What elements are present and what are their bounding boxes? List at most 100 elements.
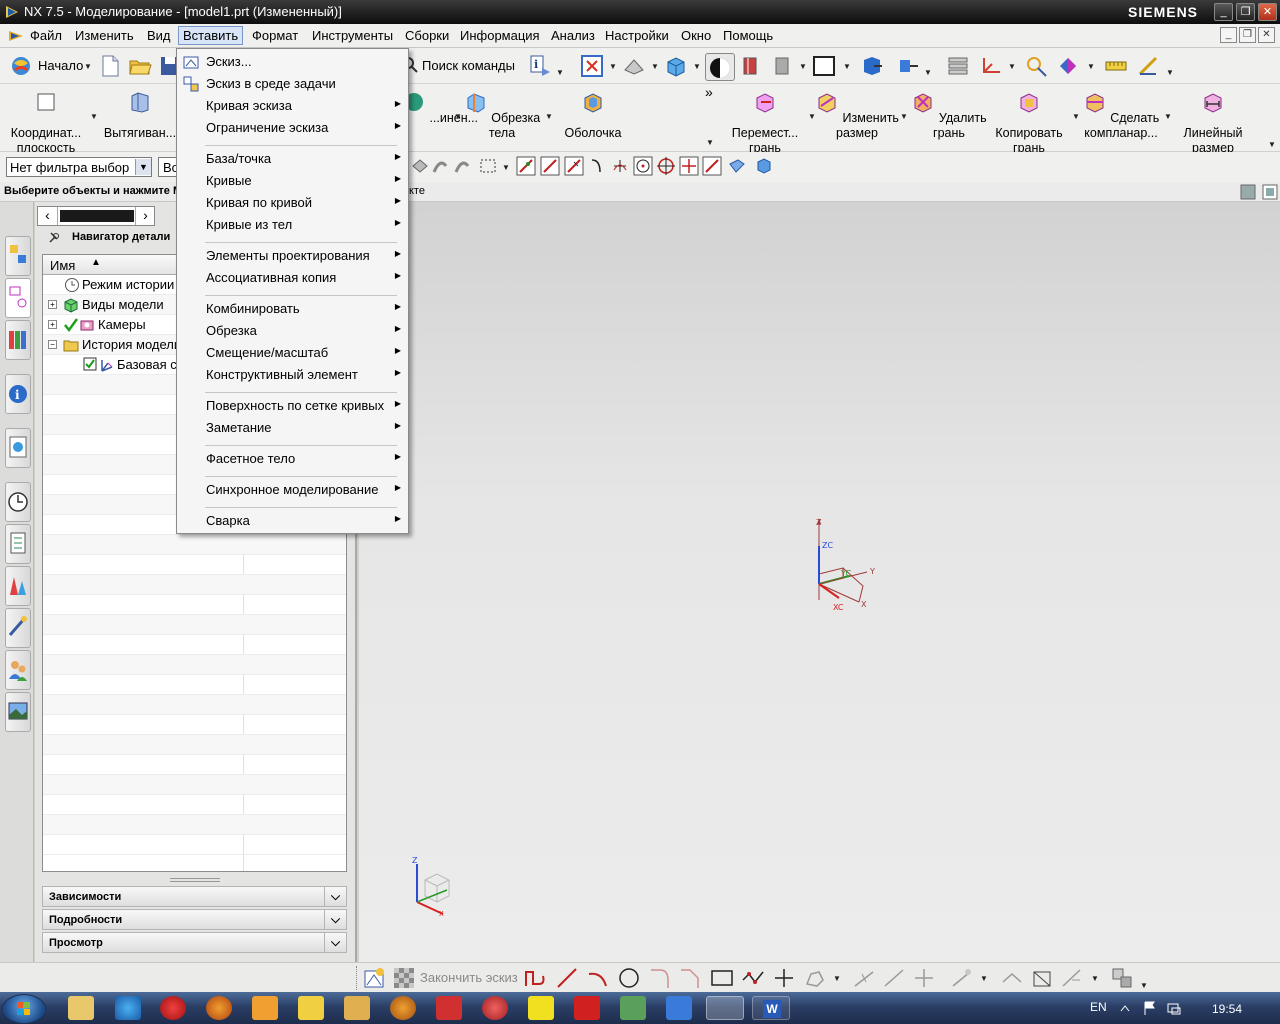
menu-item-curve-from-bodies[interactable]: Кривые из тел ▶ xyxy=(206,217,401,232)
expand-icon[interactable]: + xyxy=(48,320,57,329)
menu-item-offset-scale[interactable]: Смещение/масштаб ▶ xyxy=(206,345,401,360)
resource-tab-hd3d[interactable]: i xyxy=(5,374,31,414)
feature-check-icon[interactable] xyxy=(83,357,97,371)
menu-item-trim[interactable]: Обрезка ▶ xyxy=(206,323,401,338)
menu-item-sketch-curve[interactable]: Кривая эскиза ▶ xyxy=(206,98,401,113)
app-7-taskbar-icon[interactable] xyxy=(344,996,370,1020)
menu-item-detail-feature[interactable]: Конструктивный элемент ▶ xyxy=(206,367,401,382)
doc-close-button[interactable]: ✕ xyxy=(1258,27,1275,43)
menu-item-sketch-constraint[interactable]: Ограничение эскиза ▶ xyxy=(206,120,401,135)
zoom-view-icon[interactable] xyxy=(622,54,646,78)
line-icon[interactable] xyxy=(555,966,579,990)
quick-extend-icon[interactable] xyxy=(882,966,906,990)
constraints-icon[interactable] xyxy=(950,966,974,990)
snap-control-icon[interactable] xyxy=(564,156,588,180)
collapse-icon[interactable]: − xyxy=(48,340,57,349)
scroll-left-button[interactable]: ‹ xyxy=(38,207,58,225)
menu-help[interactable]: Помощь xyxy=(723,28,773,43)
menu-edit[interactable]: Изменить xyxy=(75,28,134,43)
close-button[interactable]: ✕ xyxy=(1258,3,1277,21)
show-hidden-icons-icon[interactable] xyxy=(1120,1004,1130,1012)
chamfer-icon[interactable] xyxy=(678,966,702,990)
app-menu-icon[interactable] xyxy=(8,28,24,44)
fit-view-icon[interactable] xyxy=(580,54,604,78)
menu-file[interactable]: Файл xyxy=(30,28,62,43)
arc-icon[interactable] xyxy=(586,966,610,990)
resource-tab-manufacturing-wizards[interactable] xyxy=(5,608,31,648)
linear-dimension-button[interactable]: Линейный размер xyxy=(1171,86,1255,155)
quick-trim-icon[interactable] xyxy=(852,966,876,990)
app-6-taskbar-icon[interactable] xyxy=(298,996,324,1020)
menu-item-mesh-surface[interactable]: Поверхность по сетке кривых ▶ xyxy=(206,398,401,413)
app-14-taskbar-icon[interactable] xyxy=(666,996,692,1020)
cue-options-icon[interactable] xyxy=(1240,184,1256,200)
doc-minimize-button[interactable]: _ xyxy=(1220,27,1237,43)
language-indicator[interactable]: EN xyxy=(1090,1000,1107,1014)
dimension-icon[interactable] xyxy=(1030,966,1054,990)
new-file-icon[interactable] xyxy=(98,54,122,78)
start-menu-button[interactable] xyxy=(2,994,46,1024)
menu-format[interactable]: Формат xyxy=(252,28,298,43)
snap-intersect-icon[interactable] xyxy=(588,156,612,180)
csys-icon[interactable] xyxy=(978,54,1002,78)
profile-icon[interactable] xyxy=(523,966,547,990)
firefox-taskbar-icon[interactable] xyxy=(206,996,232,1020)
snap-point-icon[interactable] xyxy=(1024,54,1048,78)
cue-dock-icon[interactable] xyxy=(1262,184,1278,200)
app-13-taskbar-icon[interactable] xyxy=(620,996,646,1020)
menu-item-curve[interactable]: Кривые ▶ xyxy=(206,173,401,188)
background-icon[interactable] xyxy=(812,54,836,78)
face-analysis-icon[interactable] xyxy=(770,54,794,78)
snap-bounded-grid-icon[interactable] xyxy=(726,156,750,180)
offset-curve-icon[interactable] xyxy=(803,966,827,990)
preview-panel-header[interactable]: Просмотр ⌵ xyxy=(42,932,347,953)
media-player-taskbar-icon[interactable] xyxy=(252,996,278,1020)
open-file-icon[interactable] xyxy=(128,54,152,78)
resource-tab-system-scene[interactable] xyxy=(5,692,31,732)
move-face-button[interactable]: Перемест... грань xyxy=(723,86,807,155)
action-center-flag-icon[interactable] xyxy=(1142,1000,1158,1016)
command-finder-label[interactable]: Поиск команды xyxy=(422,58,515,73)
maximize-button[interactable]: ❐ xyxy=(1236,3,1255,21)
menu-analysis[interactable]: Анализ xyxy=(551,28,595,43)
scope-select[interactable]: Во xyxy=(158,157,178,177)
rectangle-icon[interactable] xyxy=(710,966,734,990)
app-8-taskbar-icon[interactable] xyxy=(390,996,416,1020)
scroll-right-button[interactable]: › xyxy=(135,207,155,225)
point-icon[interactable] xyxy=(772,966,796,990)
explorer-taskbar-icon[interactable] xyxy=(68,996,94,1020)
pin-icon[interactable] xyxy=(47,231,61,245)
menu-item-sketch-in-task[interactable]: Эскиз в среде задачи xyxy=(206,76,401,91)
information-icon[interactable]: i xyxy=(528,54,552,78)
opera-taskbar-icon[interactable] xyxy=(160,996,186,1020)
datum-csys-triad[interactable]: Z ZC Y YC X XC xyxy=(805,514,885,614)
measure-angle-icon[interactable] xyxy=(1136,54,1160,78)
select-feature-icon[interactable] xyxy=(430,156,454,180)
fillet-icon[interactable] xyxy=(648,966,672,990)
polygon-icon[interactable] xyxy=(741,966,765,990)
sketch-task-icon[interactable] xyxy=(362,966,386,990)
circle-icon[interactable] xyxy=(617,966,641,990)
graphics-window[interactable]: Z ZC Y YC X XC Z X xyxy=(359,202,1280,962)
menu-item-synchronous-modeling[interactable]: Синхронное моделирование ▶ xyxy=(206,482,401,497)
finish-sketch-label[interactable]: Закончить эскиз xyxy=(420,970,518,985)
menu-item-derived-curve[interactable]: Кривая по кривой ▶ xyxy=(206,195,401,210)
toolbar-overflow-icon[interactable]: » xyxy=(705,84,713,100)
menu-insert[interactable]: Вставить xyxy=(178,26,244,45)
finish-sketch-icon[interactable] xyxy=(392,966,416,990)
resource-tab-assembly[interactable] xyxy=(5,236,31,276)
menu-item-sketch[interactable]: Эскиз... xyxy=(206,54,401,69)
shell-button[interactable]: Оболочка xyxy=(551,86,635,150)
minimize-button[interactable]: _ xyxy=(1214,3,1233,21)
resize-button[interactable]: Изменить размер xyxy=(815,86,899,150)
snap-arc-center-icon[interactable] xyxy=(610,156,634,180)
wcs-icon[interactable] xyxy=(860,54,884,78)
orient-view-icon[interactable] xyxy=(664,54,688,78)
snap-existing-point-icon[interactable] xyxy=(754,156,778,180)
tab-strip-thumb[interactable] xyxy=(60,210,134,222)
resource-tab-part-navigator[interactable] xyxy=(5,278,31,318)
render-style-button[interactable] xyxy=(705,53,735,81)
menu-item-sweep[interactable]: Заметание ▶ xyxy=(206,420,401,435)
snap-quadrant-icon[interactable] xyxy=(656,156,680,180)
menu-assemblies[interactable]: Сборки xyxy=(405,28,449,43)
